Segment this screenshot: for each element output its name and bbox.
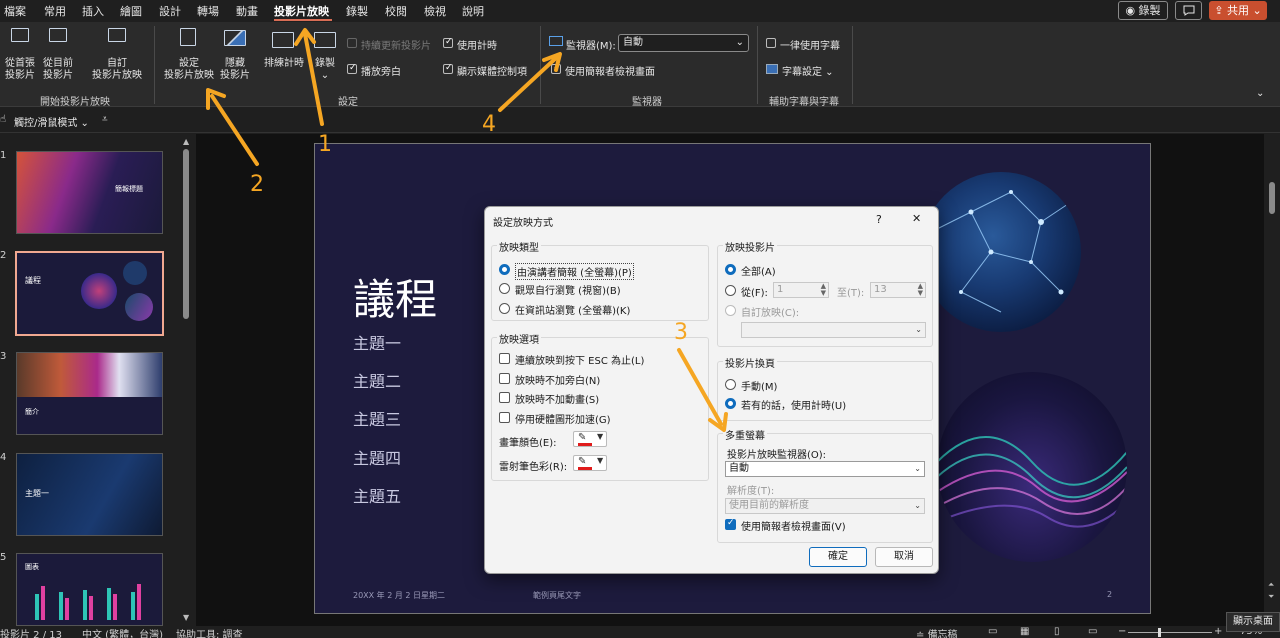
accessibility-status[interactable]: 協助工具: 調查 <box>176 626 243 638</box>
normal-view-icon[interactable]: ▭ <box>988 626 997 637</box>
annotation-arrow-3 <box>677 348 723 426</box>
annotation-overlay <box>206 28 728 432</box>
notes-label: 備忘稿 <box>927 630 958 638</box>
notes-button[interactable]: ≐ 備忘稿 <box>916 626 958 638</box>
zoom-out-icon[interactable]: − <box>1118 626 1126 637</box>
slide-sorter-icon[interactable]: ▦ <box>1020 626 1029 637</box>
status-bar: 投影片 2 / 13 中文 (繁體，台灣) 協助工具: 調查 ≐ 備忘稿 ▭ ▦… <box>0 626 1280 638</box>
zoom-slider[interactable] <box>1128 632 1212 633</box>
slide-counter[interactable]: 投影片 2 / 13 <box>0 626 62 638</box>
annotation-arrow-4 <box>498 56 558 112</box>
annotation-label-1: 1 <box>318 132 332 157</box>
annotation-arrow-2 <box>210 94 259 166</box>
slideshow-view-icon[interactable]: ▭ <box>1088 626 1097 637</box>
annotation-label-2: 2 <box>250 172 264 197</box>
zoom-in-icon[interactable]: + <box>1214 626 1222 637</box>
reading-view-icon[interactable]: ▯ <box>1054 626 1060 637</box>
show-desktop-tooltip: 顯示桌面 <box>1226 612 1280 632</box>
annotation-label-4: 4 <box>482 112 496 137</box>
language-status[interactable]: 中文 (繁體，台灣) <box>82 626 163 638</box>
annotation-label-3: 3 <box>674 320 688 345</box>
zoom-slider-thumb[interactable] <box>1158 628 1161 637</box>
annotation-arrow-1 <box>303 32 324 126</box>
powerpoint-window: 檔案 常用 插入 繪圖 設計 轉場 動畫 投影片放映 錄製 校閱 檢視 說明 ◉… <box>0 0 1280 638</box>
